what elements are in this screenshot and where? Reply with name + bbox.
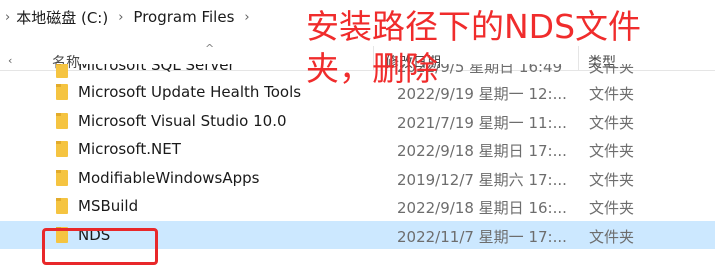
- file-type: 文件夹: [589, 170, 635, 189]
- file-date: 2021/7/19 星期一 11:...: [397, 113, 567, 132]
- folder-icon: [56, 64, 68, 78]
- folder-icon: [56, 84, 68, 100]
- chevron-right-icon[interactable]: ›: [5, 10, 10, 25]
- folder-icon: [56, 198, 68, 214]
- folder-icon: [56, 141, 68, 157]
- file-date: 2019/12/7 星期六 17:...: [397, 170, 567, 189]
- file-row[interactable]: ModifiableWindowsApps 2019/12/7 星期六 17:.…: [0, 164, 715, 193]
- file-row[interactable]: Microsoft Visual Studio 10.0 2021/7/19 星…: [0, 107, 715, 136]
- file-date: 2022/9/18 星期日 16:...: [397, 199, 567, 217]
- file-type: 文件夹: [589, 199, 635, 217]
- file-type: 文件夹: [589, 142, 635, 160]
- chevron-right-icon[interactable]: ›: [118, 10, 123, 25]
- highlight-box: [42, 228, 158, 265]
- chevron-right-icon[interactable]: ›: [244, 10, 249, 25]
- file-date: 2022/11/7 星期一 17:...: [397, 227, 567, 246]
- file-name: Microsoft Update Health Tools: [78, 83, 302, 101]
- file-type: 文件夹: [589, 113, 635, 132]
- breadcrumb-item-program-files[interactable]: Program Files: [133, 8, 234, 26]
- folder-icon: [56, 112, 68, 129]
- annotation-text: 安装路径下的NDS文件夹，删除: [306, 7, 642, 88]
- folder-icon: [56, 169, 68, 186]
- file-name: MSBuild: [78, 197, 139, 215]
- file-type: 文件夹: [589, 227, 635, 246]
- file-row[interactable]: MSBuild 2022/9/18 星期日 16:... 文件夹: [0, 192, 715, 221]
- file-name: Microsoft Visual Studio 10.0: [78, 111, 287, 130]
- file-name: Microsoft.NET: [78, 140, 181, 158]
- file-list: Microsoft SQL Server 2022/9/5 星期日 16:49 …: [0, 64, 715, 249]
- breadcrumb-item-drive[interactable]: 本地磁盘 (C:): [16, 7, 108, 28]
- file-name: Microsoft SQL Server: [78, 64, 235, 74]
- file-name: ModifiableWindowsApps: [78, 168, 260, 187]
- sort-ascending-icon: ^: [205, 42, 215, 55]
- file-date: 2022/9/18 星期日 17:...: [397, 142, 567, 160]
- file-row[interactable]: Microsoft.NET 2022/9/18 星期日 17:... 文件夹: [0, 135, 715, 164]
